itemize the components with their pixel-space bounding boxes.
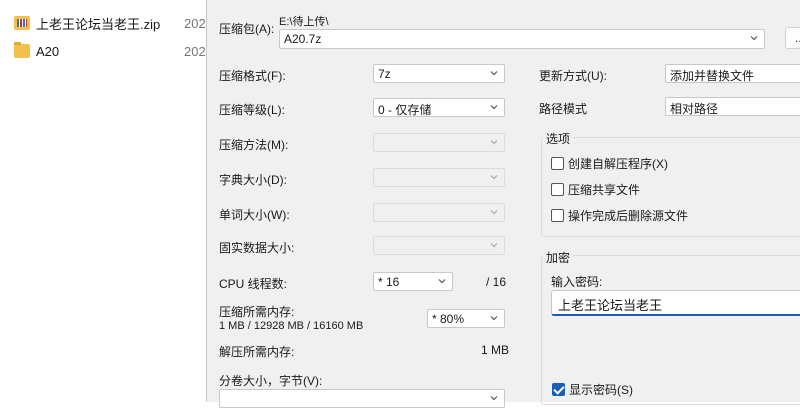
chevron-down-icon	[489, 172, 499, 182]
archive-label: 压缩包(A):	[219, 22, 275, 36]
solid-label: 固实数据大小:	[219, 241, 295, 255]
chevron-down-icon	[749, 33, 759, 43]
word-label: 单词大小(W):	[219, 208, 290, 222]
mem-decomp-label: 解压所需内存:	[219, 345, 295, 359]
format-label: 压缩格式(F):	[219, 69, 286, 83]
level-select[interactable]: 0 - 仅存储	[373, 98, 505, 117]
mem-decomp-value: 1 MB	[481, 343, 510, 357]
file-name: A20	[36, 43, 60, 59]
method-select[interactable]	[373, 133, 505, 152]
file-explorer-list: 上老王论坛当老王.zip 202 A20 202	[0, 0, 206, 402]
archive-name-value: A20.7z	[284, 32, 322, 46]
file-date: 202	[184, 15, 206, 31]
threads-label: CPU 线程数:	[219, 277, 288, 291]
delete-after-checkbox[interactable]: 操作完成后删除源文件	[551, 207, 688, 224]
folder-icon	[14, 42, 30, 58]
options-legend: 选项	[543, 130, 574, 147]
checkbox-label: 显示密码(S)	[569, 383, 633, 397]
archive-name-combo[interactable]: A20.7z	[279, 29, 765, 49]
password-value: 上老王论坛当老王	[558, 298, 663, 313]
volume-label: 分卷大小，字节(V):	[219, 374, 323, 388]
volume-select[interactable]	[219, 389, 505, 408]
checkbox-box-checked	[552, 383, 565, 396]
format-select[interactable]: 7z	[373, 64, 505, 83]
chevron-down-icon	[489, 137, 499, 147]
sfx-checkbox[interactable]: 创建自解压程序(X)	[551, 155, 668, 172]
threads-value: * 16	[378, 275, 400, 289]
method-label: 压缩方法(M):	[219, 138, 289, 152]
zip-archive-icon	[14, 16, 30, 30]
password-input[interactable]: 上老王论坛当老王	[551, 290, 800, 316]
path-mode-value: 相对路径	[670, 102, 719, 116]
dict-select[interactable]	[373, 168, 505, 187]
shared-files-checkbox[interactable]: 压缩共享文件	[551, 181, 640, 198]
checkbox-label: 操作完成后删除源文件	[568, 209, 689, 223]
dict-label: 字典大小(D):	[219, 173, 287, 187]
list-item[interactable]: A20 202	[14, 39, 206, 63]
word-select[interactable]	[373, 203, 505, 222]
format-value: 7z	[378, 67, 391, 81]
solid-select[interactable]	[373, 236, 505, 255]
chevron-down-icon	[489, 68, 499, 78]
update-label: 更新方式(U):	[539, 69, 607, 83]
update-value: 添加并替换文件	[670, 69, 755, 83]
mem-comp-value: 1 MB / 12928 MB / 16160 MB	[219, 320, 364, 332]
update-select[interactable]: 添加并替换文件	[665, 64, 800, 83]
checkbox-box	[551, 209, 564, 222]
show-password-checkbox[interactable]: 显示密码(S)	[552, 381, 633, 398]
chevron-down-icon	[489, 313, 499, 323]
archive-path: E:\待上传\	[279, 16, 329, 28]
mem-percent-value: * 80%	[432, 312, 465, 326]
level-value: 0 - 仅存储	[378, 103, 432, 117]
checkbox-box	[551, 183, 564, 196]
checkbox-label: 压缩共享文件	[568, 183, 641, 197]
file-date: 202	[184, 43, 206, 59]
checkbox-box	[551, 157, 564, 170]
chevron-down-icon	[489, 102, 499, 112]
threads-max: / 16	[486, 275, 507, 289]
checkbox-label: 创建自解压程序(X)	[568, 157, 668, 171]
encryption-legend: 加密	[543, 249, 574, 266]
list-item[interactable]: 上老王论坛当老王.zip 202	[14, 11, 206, 35]
file-name: 上老王论坛当老王.zip	[36, 16, 161, 32]
mem-comp-label: 压缩所需内存:	[219, 305, 295, 319]
chevron-down-icon	[489, 240, 499, 250]
mem-percent-select[interactable]: * 80%	[427, 309, 505, 328]
browse-button[interactable]: ...	[785, 27, 800, 49]
chevron-down-icon	[437, 276, 447, 286]
path-mode-select[interactable]: 相对路径	[665, 97, 800, 116]
threads-select[interactable]: * 16	[373, 272, 453, 291]
password-label: 输入密码:	[551, 275, 603, 289]
level-label: 压缩等级(L):	[219, 103, 286, 117]
chevron-down-icon	[489, 207, 499, 217]
path-mode-label: 路径模式	[539, 102, 588, 116]
add-to-archive-dialog: 压缩包(A): E:\待上传\ A20.7z ... 压缩格式(F): 7z 压…	[206, 0, 800, 408]
